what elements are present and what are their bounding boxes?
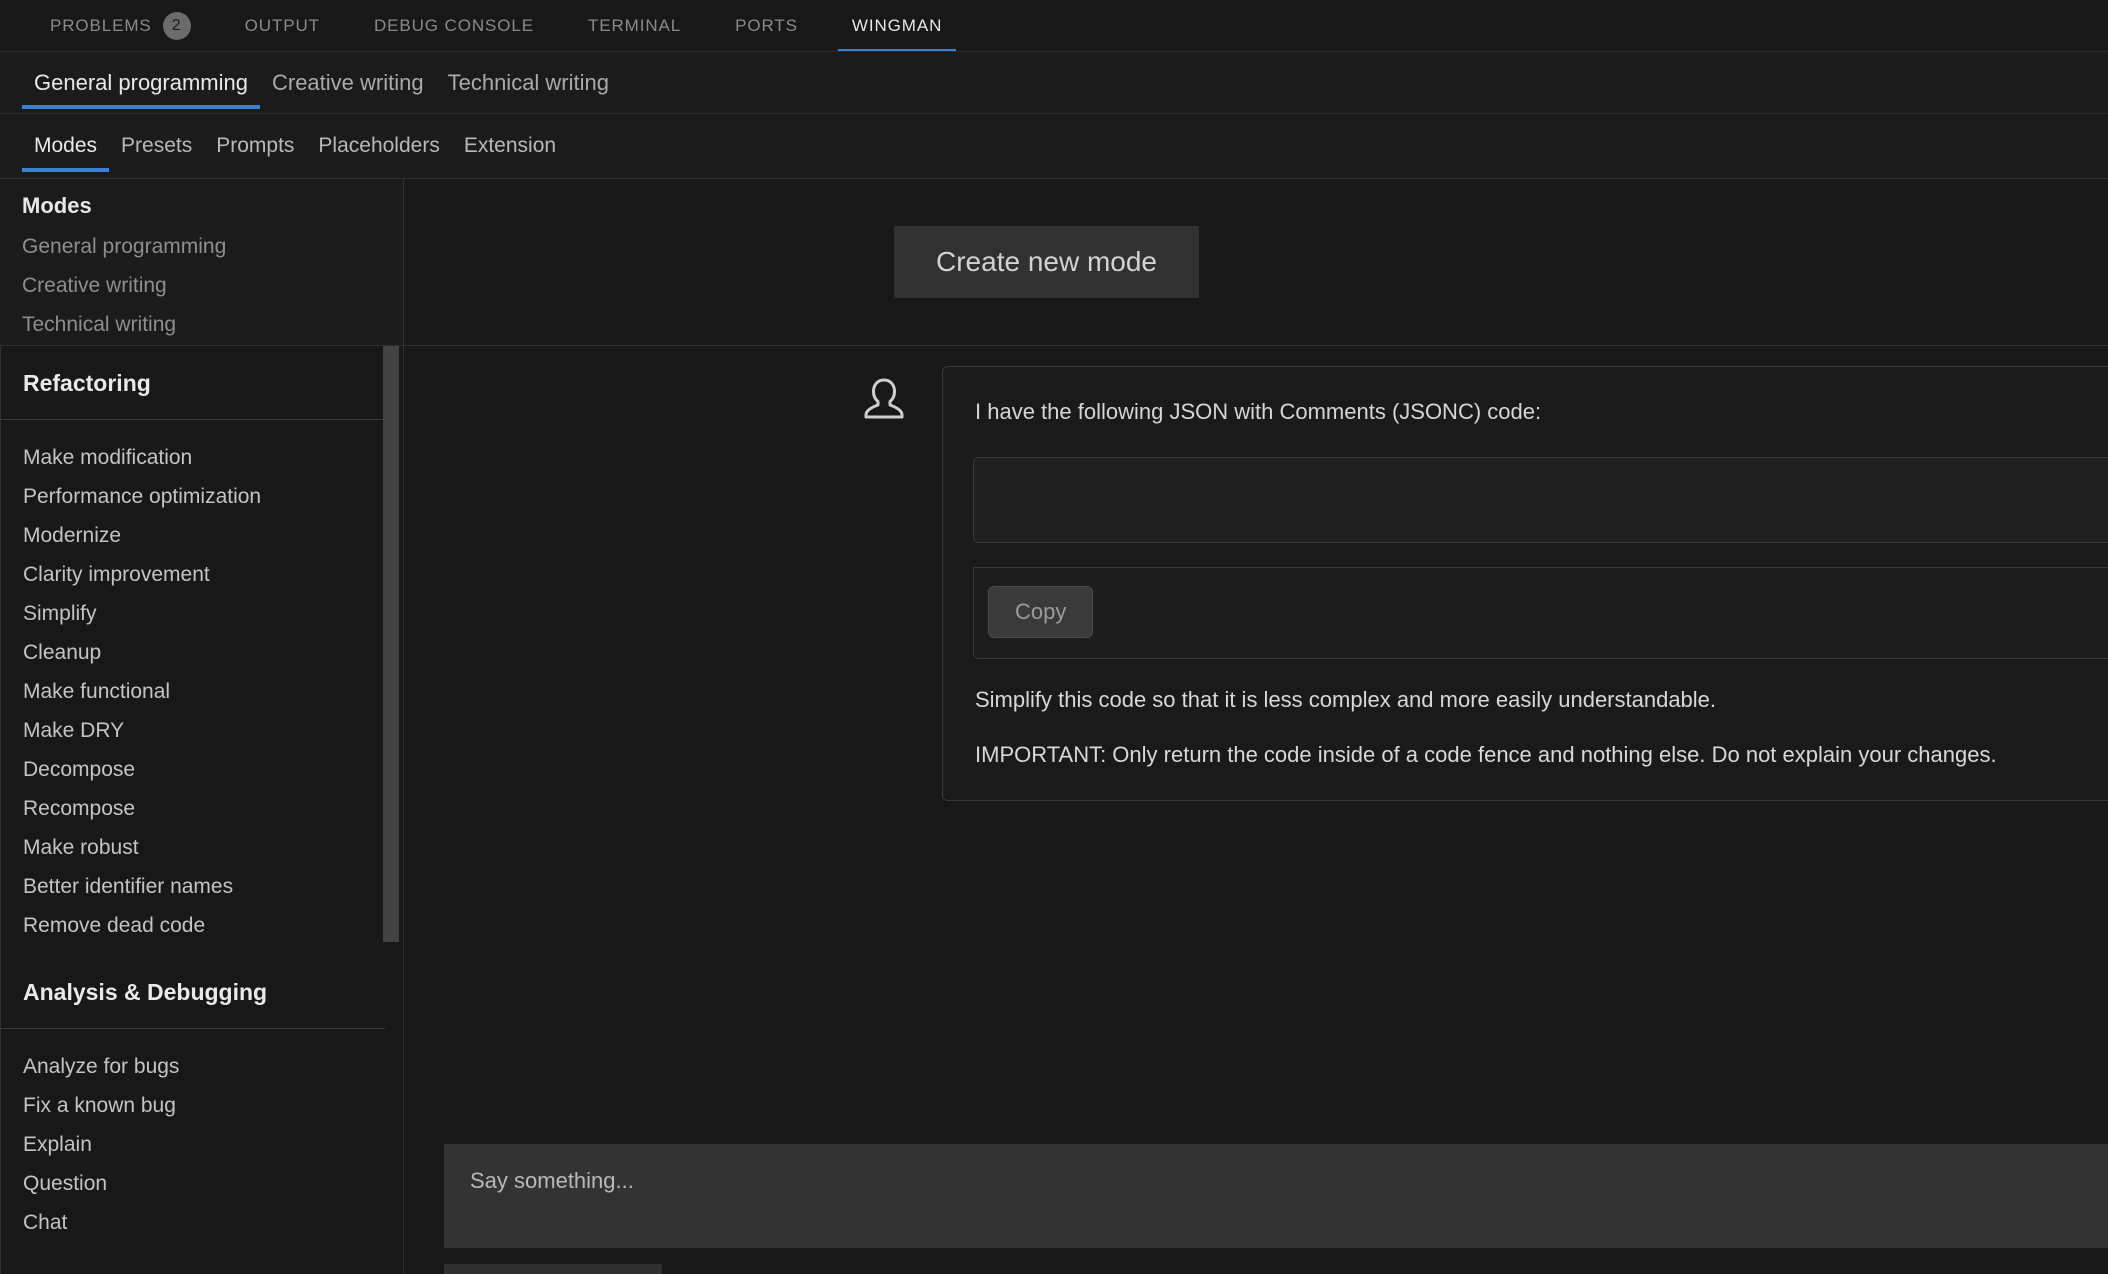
- section-tab-label: Prompts: [216, 134, 294, 158]
- tab-placeholders[interactable]: Placeholders: [306, 114, 451, 178]
- tab-extension[interactable]: Extension: [452, 114, 568, 178]
- prompt-item-better-identifier-names[interactable]: Better identifier names: [1, 867, 385, 906]
- section-tab-label: Extension: [464, 134, 556, 158]
- category-tab-label: Technical writing: [448, 70, 609, 96]
- prompt-item-chat[interactable]: Chat: [1, 1203, 385, 1242]
- section-tab-label: Presets: [121, 134, 192, 158]
- group-header-refactoring: Refactoring: [1, 346, 385, 420]
- prompt-item-recompose[interactable]: Recompose: [1, 789, 385, 828]
- chat-message-user: I have the following JSON with Comments …: [404, 360, 2108, 801]
- prompt-item-performance-optimization[interactable]: Performance optimization: [1, 477, 385, 516]
- chat-area: I have the following JSON with Comments …: [404, 346, 2108, 1274]
- panel-tab-ports[interactable]: PORTS: [721, 0, 812, 51]
- message-code-block[interactable]: [973, 457, 2108, 543]
- panel-tab-label: OUTPUT: [245, 16, 320, 36]
- prompt-item-cleanup[interactable]: Cleanup: [1, 633, 385, 672]
- panel-tab-bar: PROBLEMS 2 OUTPUT DEBUG CONSOLE TERMINAL…: [0, 0, 2108, 52]
- copy-button-row: Copy: [973, 567, 2108, 659]
- panel-tab-terminal[interactable]: TERMINAL: [574, 0, 695, 51]
- prompt-groups-panel: Refactoring Make modification Performanc…: [0, 346, 404, 1274]
- panel-tab-label: TERMINAL: [588, 16, 681, 36]
- tab-prompts[interactable]: Prompts: [204, 114, 306, 178]
- message-paragraph-1: Simplify this code so that it is less co…: [943, 659, 2108, 715]
- prompt-item-fix-a-known-bug[interactable]: Fix a known bug: [1, 1086, 385, 1125]
- group-items-refactoring: Make modification Performance optimizati…: [1, 420, 385, 955]
- tab-presets[interactable]: Presets: [109, 114, 204, 178]
- left-column: Modes General programming Creative writi…: [0, 178, 404, 1274]
- right-column: Create new mode I have the following JSO…: [404, 178, 2108, 1274]
- tab-creative-writing[interactable]: Creative writing: [260, 52, 436, 113]
- panel-tab-output[interactable]: OUTPUT: [231, 0, 334, 51]
- message-intro-text: I have the following JSON with Comments …: [943, 367, 2108, 457]
- prompt-panel-scrollbar-thumb[interactable]: [383, 346, 399, 942]
- mode-item-general-programming[interactable]: General programming: [22, 227, 403, 266]
- panel-tab-label: DEBUG CONSOLE: [374, 16, 534, 36]
- panel-tab-debug-console[interactable]: DEBUG CONSOLE: [360, 0, 548, 51]
- modes-list-panel: Modes General programming Creative writi…: [0, 178, 404, 346]
- tab-modes[interactable]: Modes: [22, 114, 109, 178]
- section-tab-label: Modes: [34, 134, 97, 158]
- prompt-item-make-functional[interactable]: Make functional: [1, 672, 385, 711]
- message-bubble: I have the following JSON with Comments …: [942, 366, 2108, 801]
- prompt-item-remove-dead-code[interactable]: Remove dead code: [1, 906, 385, 945]
- prompt-item-explain[interactable]: Explain: [1, 1125, 385, 1164]
- category-tab-label: Creative writing: [272, 70, 424, 96]
- composer-send-button[interactable]: [444, 1264, 662, 1274]
- prompt-item-simplify[interactable]: Simplify: [1, 594, 385, 633]
- panel-tab-problems[interactable]: PROBLEMS 2: [36, 0, 205, 51]
- panel-tab-label: WINGMAN: [852, 16, 942, 36]
- category-tab-label: General programming: [34, 70, 248, 96]
- composer-actions: [404, 1248, 2108, 1274]
- group-header-analysis-debugging: Analysis & Debugging: [1, 955, 385, 1029]
- avatar: [852, 366, 916, 422]
- category-tab-bar: General programming Creative writing Tec…: [0, 52, 2108, 114]
- user-avatar-icon: [862, 376, 906, 422]
- prompt-item-decompose[interactable]: Decompose: [1, 750, 385, 789]
- prompt-group-analysis-debugging: Analysis & Debugging Analyze for bugs Fi…: [1, 955, 385, 1252]
- main-body: Modes General programming Creative writi…: [0, 178, 2108, 1274]
- panel-tab-label: PORTS: [735, 16, 798, 36]
- section-tab-bar: Modes Presets Prompts Placeholders Exten…: [0, 114, 2108, 178]
- prompt-groups-scroll: Refactoring Make modification Performanc…: [1, 346, 403, 1274]
- mode-item-technical-writing[interactable]: Technical writing: [22, 305, 403, 344]
- create-new-mode-button[interactable]: Create new mode: [894, 226, 1199, 298]
- tab-technical-writing[interactable]: Technical writing: [436, 52, 621, 113]
- mode-item-creative-writing[interactable]: Creative writing: [22, 266, 403, 305]
- group-items-analysis-debugging: Analyze for bugs Fix a known bug Explain…: [1, 1029, 385, 1252]
- prompt-item-make-robust[interactable]: Make robust: [1, 828, 385, 867]
- section-tab-label: Placeholders: [318, 134, 439, 158]
- copy-button[interactable]: Copy: [988, 586, 1093, 638]
- modes-panel-title: Modes: [22, 193, 403, 219]
- message-paragraph-2: IMPORTANT: Only return the code inside o…: [943, 714, 2108, 800]
- problems-count-badge: 2: [163, 12, 191, 40]
- composer: [404, 1144, 2108, 1274]
- panel-tab-wingman[interactable]: WINGMAN: [838, 0, 956, 51]
- create-mode-toolbar: Create new mode: [404, 178, 2108, 346]
- prompt-item-analyze-for-bugs[interactable]: Analyze for bugs: [1, 1047, 385, 1086]
- prompt-item-make-dry[interactable]: Make DRY: [1, 711, 385, 750]
- tab-general-programming[interactable]: General programming: [22, 52, 260, 113]
- chat-input[interactable]: [444, 1144, 2108, 1248]
- prompt-group-refactoring: Refactoring Make modification Performanc…: [1, 346, 385, 955]
- prompt-item-modernize[interactable]: Modernize: [1, 516, 385, 555]
- prompt-item-make-modification[interactable]: Make modification: [1, 438, 385, 477]
- panel-tab-label: PROBLEMS: [50, 16, 152, 36]
- prompt-item-question[interactable]: Question: [1, 1164, 385, 1203]
- prompt-item-clarity-improvement[interactable]: Clarity improvement: [1, 555, 385, 594]
